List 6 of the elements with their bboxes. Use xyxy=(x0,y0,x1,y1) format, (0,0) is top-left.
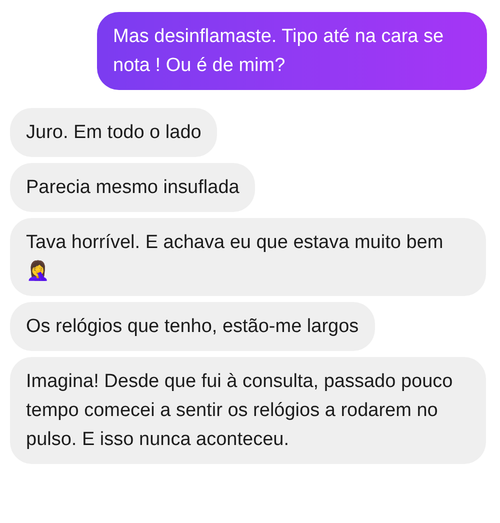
received-message: Tava horrível. E achava eu que estava muito bem 🤦‍♀ xyxy=(10,218,486,296)
received-message: Imagina! Desde que fui à consulta, passado pouco tempo comecei a sentir os relógios a rodarem no pulso. E isso nunca aconteceu. xyxy=(10,357,486,464)
received-message: Os relógios que tenho, estão-me largos xyxy=(10,302,375,351)
sent-message: Mas desinflamaste. Tipo até na cara se nota ! Ou é de mim? xyxy=(97,12,487,90)
received-message: Juro. Em todo o lado xyxy=(10,108,218,157)
received-message: Parecia mesmo insuflada xyxy=(10,163,256,212)
